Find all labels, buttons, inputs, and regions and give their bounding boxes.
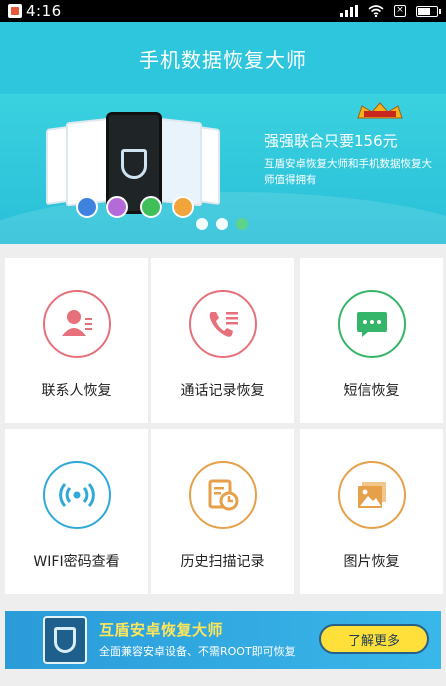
app-header: 手机数据恢复大师 [0,22,446,94]
sim-icon: × [394,5,406,17]
pager-dot-active[interactable] [236,218,248,230]
banner-feature-android-icon [76,196,98,218]
feature-contacts[interactable]: 联系人恢复 [5,258,148,423]
banner-screens-illustration [46,112,226,222]
ad-subtitle: 全面兼容安卓设备、不需ROOT即可恢复 [99,645,296,658]
bottom-ad-banner[interactable]: 互盾安卓恢复大师 全面兼容安卓设备、不需ROOT即可恢复 了解更多 [5,611,441,669]
feature-call-log[interactable]: 通话记录恢复 [151,258,294,423]
banner-pager [196,218,248,230]
feature-label: 短信恢复 [343,383,400,399]
banner-feature-phone-icon [140,196,162,218]
call-log-icon [188,290,257,358]
crown-badge-icon [357,102,403,119]
app-notification-icon [8,4,22,18]
feature-image[interactable]: 图片恢复 [300,429,443,594]
feature-sms[interactable]: 短信恢复 [300,258,443,423]
feature-grid: 联系人恢复 通话记录恢复 短信恢复 WIFI密码查看 历史扫描记录 图片恢复 [5,258,443,598]
promo-subtitle: 互盾安卓恢复大师和手机数据恢复大师值得拥有 [264,158,432,186]
signal-icon [340,5,358,17]
contact-icon [42,290,111,358]
battery-icon [416,5,441,17]
android-recovery-logo-icon [43,616,87,664]
feature-label: 通话记录恢复 [180,383,265,399]
wifi-password-icon [42,461,111,529]
scan-history-icon [188,461,257,529]
learn-more-button[interactable]: 了解更多 [319,624,429,654]
banner-feature-grid-icon [172,196,194,218]
feature-label: WIFI密码查看 [33,554,120,570]
banner-feature-touch-icon [106,196,128,218]
feature-label: 联系人恢复 [41,383,112,399]
status-bar: 4:16 × [0,0,446,22]
sms-icon [337,290,406,358]
feature-scan-history[interactable]: 历史扫描记录 [151,429,294,594]
status-icons: × [340,5,441,17]
wifi-icon [368,5,384,17]
promo-banner[interactable]: 强强联合只要156元 互盾安卓恢复大师和手机数据恢复大师值得拥有 [0,94,446,244]
feature-wifi-password[interactable]: WIFI密码查看 [5,429,148,594]
feature-label: 历史扫描记录 [180,554,265,570]
page-title: 手机数据恢复大师 [139,47,307,72]
status-time: 4:16 [26,2,62,20]
image-icon [337,461,406,529]
ad-title: 互盾安卓恢复大师 [99,621,224,639]
pager-dot[interactable] [216,218,228,230]
promo-title: 强强联合只要156元 [264,132,398,150]
feature-label: 图片恢复 [343,554,400,570]
pager-dot[interactable] [196,218,208,230]
